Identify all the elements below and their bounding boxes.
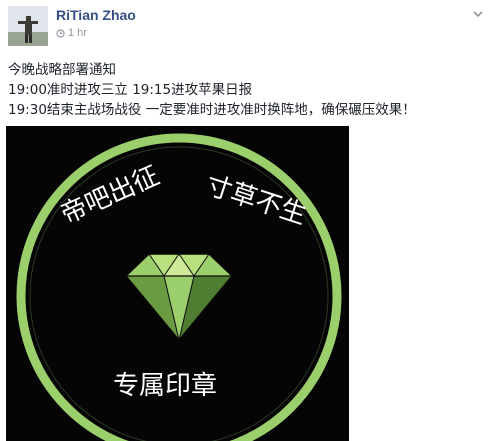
seal-text-bottom: 专属印章 (113, 371, 217, 401)
avatar[interactable] (8, 6, 48, 46)
post-line: 19:00准时进攻三立 19:15进攻苹果日报 (8, 82, 253, 98)
chevron-down-icon (473, 10, 483, 17)
author-name[interactable]: RiTian Zhao (56, 7, 136, 23)
timestamp-text: 1 hr (68, 27, 87, 39)
post-line: 19:30结束主战场战役 一定要准时进攻准时换阵地，确保碾压效果！ (8, 102, 416, 118)
post-options-button[interactable] (469, 6, 487, 22)
post-message: 今晚战略部署通知 19:00准时进攻三立 19:15进攻苹果日报 19:30结束… (8, 60, 488, 120)
profile-photo (8, 6, 48, 46)
clock-icon (56, 28, 65, 38)
post-timestamp[interactable]: 1 hr (56, 27, 87, 39)
post-line: 今晚战略部署通知 (8, 62, 116, 78)
seal-image: 帝吧出征 寸草不生 专属印章 (6, 126, 349, 441)
post-photo[interactable]: 帝吧出征 寸草不生 专属印章 (6, 126, 349, 441)
post-card: RiTian Zhao 1 hr 今晚战略部署通知 19:00准时进攻三立 19… (0, 0, 496, 441)
